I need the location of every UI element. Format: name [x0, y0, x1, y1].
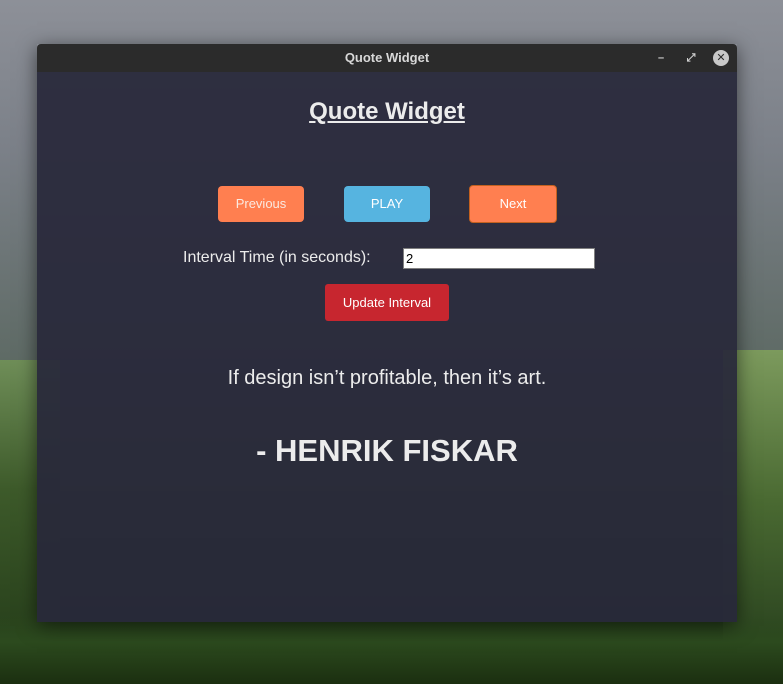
- window-title: Quote Widget: [344, 50, 430, 65]
- foliage: [0, 614, 783, 684]
- maximize-icon[interactable]: ⤢: [683, 50, 699, 66]
- play-button[interactable]: PLAY: [344, 186, 430, 222]
- widget-panel: Quote Widget Previous PLAY Next Interval…: [37, 72, 737, 622]
- close-icon[interactable]: ✕: [713, 50, 729, 66]
- interval-input[interactable]: [403, 248, 595, 269]
- window-titlebar[interactable]: Quote Widget – ⤢ ✕: [37, 44, 737, 72]
- app-window: Quote Widget – ⤢ ✕ Quote Widget Previous…: [37, 44, 737, 622]
- quote-author: - HENRIK FISKAR: [256, 433, 518, 468]
- interval-label: Interval Time (in seconds):: [183, 249, 371, 266]
- update-interval-button[interactable]: Update Interval: [325, 284, 449, 321]
- next-button[interactable]: Next: [469, 185, 557, 223]
- page-title: Quote Widget: [309, 98, 465, 125]
- previous-button[interactable]: Previous: [218, 186, 304, 222]
- window-controls: – ⤢ ✕: [653, 50, 729, 66]
- minimize-icon[interactable]: –: [653, 50, 669, 66]
- quote-text: If design isn’t profitable, then it’s ar…: [227, 367, 547, 389]
